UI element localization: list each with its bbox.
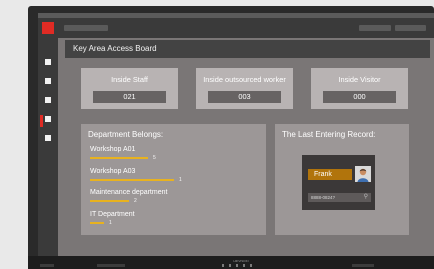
department-name: Workshop A03 [90, 168, 136, 175]
card-number-field: 8888-0824? ⚲ [308, 193, 371, 202]
stat-value: 021 [93, 91, 166, 103]
board-title-bar: Key Area Access Board [65, 40, 430, 58]
department-bar [90, 179, 174, 181]
sidebar-item-5[interactable] [45, 135, 51, 141]
top-bar [38, 18, 434, 38]
bezel-button[interactable] [222, 264, 224, 267]
bezel-port-right [352, 264, 374, 267]
sidebar-active-indicator [40, 115, 43, 127]
sidebar-item-1[interactable] [45, 59, 51, 65]
bezel-port-mid [97, 264, 125, 267]
department-heading: Department Belongs: [88, 130, 164, 139]
bezel-button[interactable] [229, 264, 231, 267]
department-item: IT Department 1 [90, 211, 135, 226]
top-bar-placeholder-left [64, 25, 108, 31]
department-count: 1 [179, 177, 182, 183]
bezel-button[interactable] [250, 264, 252, 267]
stat-label: Inside Visitor [338, 75, 381, 84]
stat-label: Inside Staff [111, 75, 148, 84]
stat-value: 000 [323, 91, 396, 103]
stat-inside-outsourced: Inside outsourced worker 003 [196, 68, 293, 109]
sidebar-item-2[interactable] [45, 78, 51, 84]
app-logo-icon [42, 22, 54, 34]
brand-label: HIKVISION [233, 259, 249, 263]
person-name: Frank [308, 169, 352, 180]
stat-inside-visitor: Inside Visitor 000 [311, 68, 408, 109]
sidebar-item-4[interactable] [45, 116, 51, 122]
person-photo-icon [355, 166, 371, 182]
department-bar [90, 200, 129, 202]
board-title: Key Area Access Board [73, 44, 157, 53]
last-record-panel: The Last Entering Record: Frank 8888-082… [275, 124, 409, 235]
stat-inside-staff: Inside Staff 021 [81, 68, 178, 109]
department-item: Workshop A03 1 [90, 168, 182, 183]
department-name: Maintenance department [90, 189, 168, 196]
stat-value: 003 [208, 91, 281, 103]
department-name: IT Department [90, 211, 135, 218]
department-item: Workshop A01 5 [90, 146, 156, 161]
screen: Key Area Access Board Inside Staff 021 I… [38, 18, 434, 256]
department-count: 2 [134, 198, 137, 204]
department-panel: Department Belongs: Workshop A01 5 Works… [81, 124, 266, 235]
department-bar [90, 222, 104, 224]
sidebar-item-3[interactable] [45, 97, 51, 103]
bezel-button[interactable] [243, 264, 245, 267]
last-record-heading: The Last Entering Record: [282, 130, 376, 139]
person-icon: ⚲ [363, 194, 368, 200]
stat-label: Inside outsourced worker [203, 75, 286, 84]
top-bar-placeholder-right-1 [359, 25, 391, 31]
department-item: Maintenance department 2 [90, 189, 168, 204]
department-name: Workshop A01 [90, 146, 136, 153]
top-bar-placeholder-right-2 [395, 25, 426, 31]
bezel-button[interactable] [236, 264, 238, 267]
department-count: 5 [153, 155, 156, 161]
sidebar [38, 38, 58, 256]
bezel-port-left [40, 264, 54, 267]
department-bar [90, 157, 148, 159]
record-card: Frank 8888-0824? ⚲ [302, 155, 375, 210]
card-number: 8888-0824? [311, 195, 336, 200]
department-count: 1 [109, 220, 112, 226]
